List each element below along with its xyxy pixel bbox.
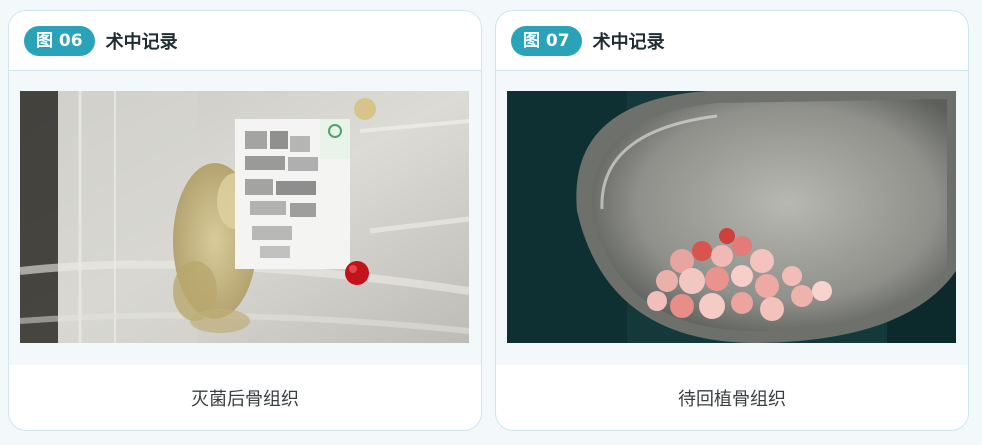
sterilized-bone-image — [20, 91, 469, 343]
bone-tissue-image — [507, 91, 956, 343]
photo-area — [9, 71, 481, 365]
figure-card-07: 图 07 术中记录 待回植骨组织 — [495, 10, 969, 431]
figure-card-06: 图 06 术中记录 灭菌后骨组织 — [8, 10, 482, 431]
card-title: 术中记录 — [592, 31, 665, 53]
sterilized-bone-photo — [20, 91, 469, 343]
card-header: 图 06 术中记录 — [9, 11, 481, 71]
figure-number-badge: 图 06 — [24, 25, 95, 56]
photo-area — [496, 71, 968, 365]
figure-caption: 灭菌后骨组织 — [191, 389, 299, 410]
card-title: 术中记录 — [105, 31, 178, 53]
card-header: 图 07 术中记录 — [496, 11, 968, 71]
figure-caption: 待回植骨组织 — [678, 389, 786, 410]
bone-tissue-photo — [507, 91, 956, 343]
figure-number-badge: 图 07 — [511, 25, 582, 56]
